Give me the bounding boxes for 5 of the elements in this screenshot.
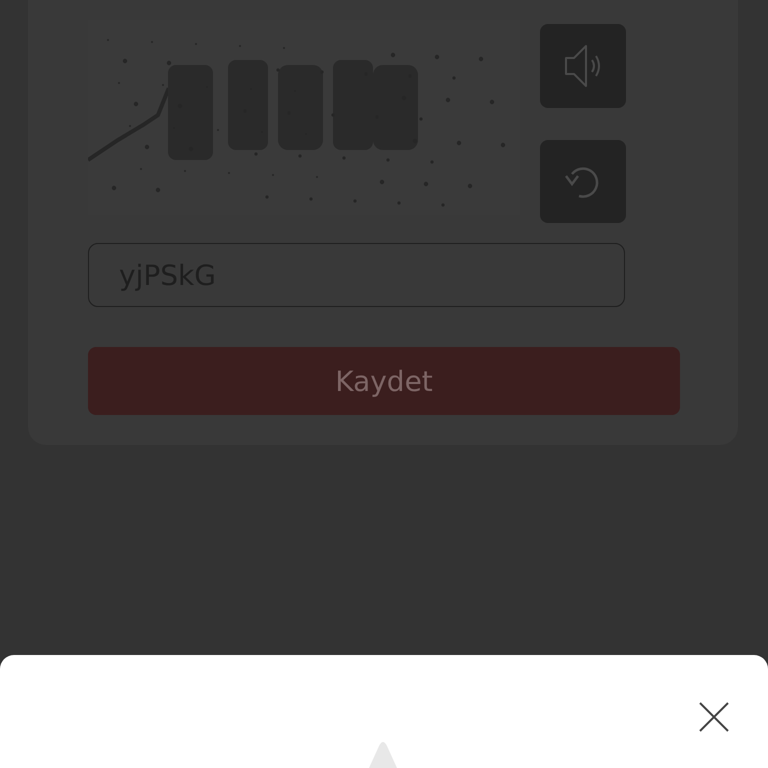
close-icon xyxy=(698,701,730,733)
save-button[interactable]: Kaydet xyxy=(88,347,680,415)
close-button[interactable] xyxy=(698,701,730,733)
refresh-button[interactable] xyxy=(540,140,626,223)
audio-button[interactable] xyxy=(540,24,626,108)
